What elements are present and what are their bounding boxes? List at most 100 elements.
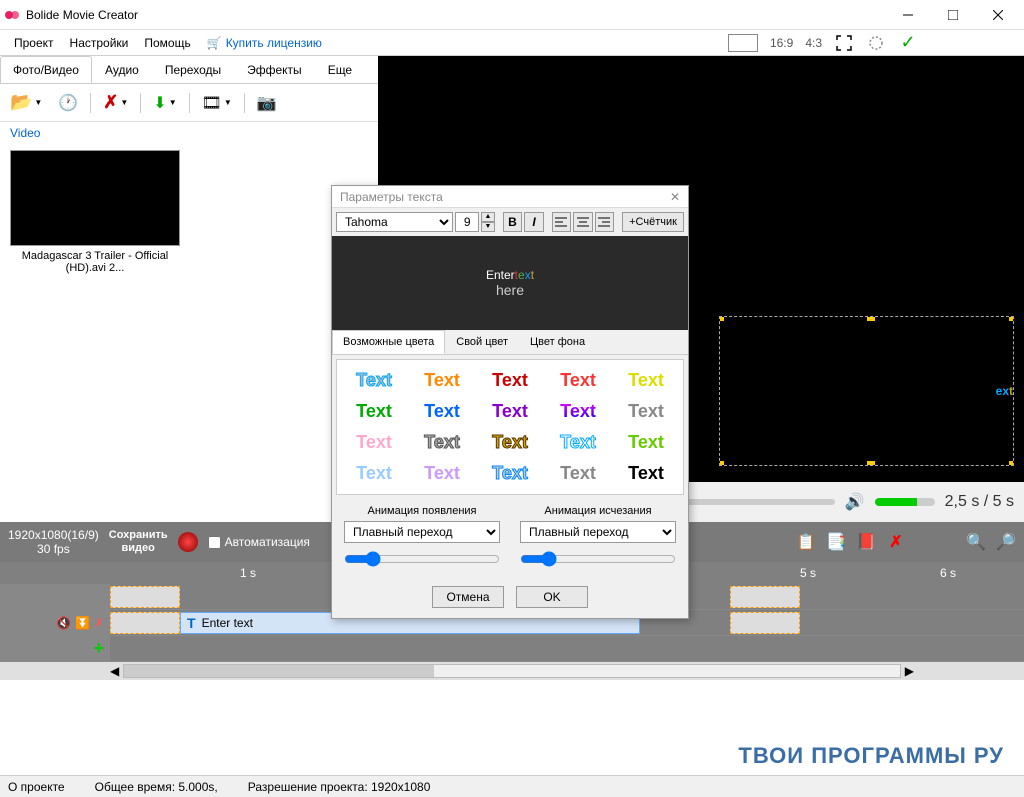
delete-button[interactable]: ✗▼ xyxy=(99,90,132,115)
media-item[interactable]: Madagascar 3 Trailer - Official (HD).avi… xyxy=(10,150,180,274)
align-left-button[interactable] xyxy=(552,212,572,232)
resize-handle[interactable] xyxy=(1009,316,1014,321)
close-button[interactable] xyxy=(975,1,1020,29)
resize-handle[interactable] xyxy=(867,316,875,321)
color-swatch[interactable]: Text xyxy=(619,432,673,453)
anim-in-slider[interactable] xyxy=(344,551,500,567)
color-swatch[interactable]: Text xyxy=(619,463,673,484)
italic-button[interactable]: I xyxy=(524,212,544,232)
check-icon[interactable]: ✓ xyxy=(898,33,918,53)
folder-icon: 📂 xyxy=(10,92,32,113)
tab-more[interactable]: Еще xyxy=(315,56,365,83)
open-folder-button[interactable]: 📂▼ xyxy=(6,90,46,115)
automation-input[interactable] xyxy=(208,536,221,549)
color-swatch[interactable]: Text xyxy=(415,463,469,484)
timeline-delete-icon[interactable]: ✗ xyxy=(886,532,906,552)
size-down-button[interactable]: ▼ xyxy=(481,222,495,232)
dialog-close-icon[interactable]: ✕ xyxy=(670,190,680,204)
ctab-custom[interactable]: Свой цвет xyxy=(445,330,519,354)
tab-transitions[interactable]: Переходы xyxy=(152,56,234,83)
align-right-button[interactable] xyxy=(595,212,615,232)
film-button[interactable]: 🎞▼ xyxy=(198,91,236,115)
cancel-button[interactable]: Отмена xyxy=(432,586,504,608)
anim-out-select[interactable]: Плавный переход xyxy=(520,521,676,543)
color-swatch[interactable]: Text xyxy=(619,401,673,422)
fullscreen-icon[interactable] xyxy=(834,33,854,53)
paste-icon[interactable]: 📕 xyxy=(856,532,876,552)
menu-help[interactable]: Помощь xyxy=(136,32,198,54)
record-button[interactable] xyxy=(178,532,198,552)
counter-button[interactable]: +Счётчик xyxy=(622,212,684,232)
minimize-button[interactable] xyxy=(885,1,930,29)
ok-button[interactable]: OK xyxy=(516,586,588,608)
automation-checkbox[interactable]: Автоматизация xyxy=(208,535,310,549)
color-swatch[interactable]: Text xyxy=(347,463,401,484)
volume-slider[interactable] xyxy=(875,498,935,506)
color-swatch[interactable]: Text xyxy=(415,432,469,453)
loading-icon[interactable] xyxy=(866,33,886,53)
color-swatch[interactable]: Text xyxy=(483,463,537,484)
bold-button[interactable]: B xyxy=(503,212,523,232)
anim-in-select[interactable]: Плавный переход xyxy=(344,521,500,543)
tab-photo-video[interactable]: Фото/Видео xyxy=(0,56,92,83)
aspect-169[interactable]: 16:9 xyxy=(770,36,793,50)
resize-handle[interactable] xyxy=(1009,461,1014,466)
color-swatch[interactable]: Text xyxy=(347,370,401,391)
zoom-in-icon[interactable]: 🔎 xyxy=(996,532,1016,552)
size-up-button[interactable]: ▲ xyxy=(481,212,495,222)
volume-icon[interactable]: 🔊 xyxy=(845,492,865,512)
color-swatch[interactable]: Text xyxy=(415,401,469,422)
tab-audio[interactable]: Аудио xyxy=(92,56,152,83)
ctab-bg[interactable]: Цвет фона xyxy=(519,330,596,354)
color-swatch[interactable]: Text xyxy=(347,401,401,422)
clip-end[interactable] xyxy=(730,612,800,634)
font-select[interactable]: Tahoma xyxy=(336,212,453,232)
scroll-right-icon[interactable]: ▶ xyxy=(905,664,914,678)
color-swatch[interactable]: Text xyxy=(551,370,605,391)
align-center-button[interactable] xyxy=(573,212,593,232)
zoom-out-icon[interactable]: 🔍 xyxy=(966,532,986,552)
color-swatch[interactable]: Text xyxy=(347,432,401,453)
resize-handle[interactable] xyxy=(867,461,875,466)
maximize-button[interactable] xyxy=(930,1,975,29)
clip-start[interactable] xyxy=(110,612,180,634)
color-swatch[interactable]: Text xyxy=(551,432,605,453)
copy-icon[interactable]: 📑 xyxy=(826,532,846,552)
tab-effects[interactable]: Эффекты xyxy=(234,56,315,83)
download-button[interactable]: ⬇▼ xyxy=(149,91,180,115)
dialog-titlebar[interactable]: Параметры текста ✕ xyxy=(332,186,688,208)
color-swatch[interactable]: Text xyxy=(415,370,469,391)
webcam-button[interactable]: 📷 xyxy=(253,91,281,115)
anim-out-slider[interactable] xyxy=(520,551,676,567)
clipboard-icon[interactable]: 📋 xyxy=(796,532,816,552)
add-track-button[interactable]: + xyxy=(53,638,104,659)
menu-buy-license[interactable]: 🛒 Купить лицензию xyxy=(199,32,330,54)
scroll-thumb[interactable] xyxy=(124,665,434,677)
status-about[interactable]: О проекте xyxy=(8,780,65,794)
aspect-43[interactable]: 4:3 xyxy=(805,36,822,50)
color-swatch[interactable]: Text xyxy=(483,370,537,391)
recent-button[interactable]: 🕐 xyxy=(54,91,82,115)
mute-icon[interactable]: 🔇 xyxy=(56,616,71,630)
save-video-button[interactable]: Сохранить видео xyxy=(109,529,168,555)
color-swatch[interactable]: Text xyxy=(551,463,605,484)
video-clip[interactable] xyxy=(730,586,800,608)
color-swatch[interactable]: Text xyxy=(483,401,537,422)
aspect-preview-box[interactable] xyxy=(728,34,758,52)
scroll-left-icon[interactable]: ◀ xyxy=(110,664,119,678)
timeline-scrollbar[interactable]: ◀ ▶ xyxy=(0,662,1024,680)
resize-handle[interactable] xyxy=(719,316,724,321)
resize-handle[interactable] xyxy=(719,461,724,466)
video-clip[interactable] xyxy=(110,586,180,608)
color-swatch[interactable]: Text xyxy=(483,432,537,453)
menu-settings[interactable]: Настройки xyxy=(62,32,137,54)
ctab-preset[interactable]: Возможные цвета xyxy=(332,330,445,354)
text-overlay[interactable]: ext xyxy=(719,316,1014,466)
color-swatch[interactable]: Text xyxy=(551,401,605,422)
color-swatch[interactable]: Text xyxy=(619,370,673,391)
collapse-icon[interactable]: ⏬ xyxy=(75,616,90,630)
track-delete-icon[interactable]: ✗ xyxy=(94,616,104,630)
status-duration: Общее время: 5.000s, xyxy=(95,780,218,794)
menu-project[interactable]: Проект xyxy=(6,32,62,54)
font-size-input[interactable] xyxy=(455,212,479,232)
